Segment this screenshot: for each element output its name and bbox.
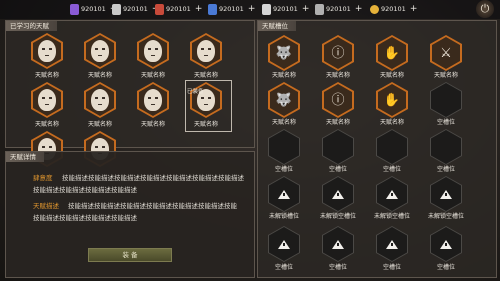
- resource-bar: 920101 + 920101 + 920101 + 920101 + 9201…: [0, 0, 500, 19]
- panel-title: 天赋详情: [6, 152, 44, 162]
- talent-label: 天赋名称: [34, 72, 59, 79]
- add-red-potion-button[interactable]: +: [195, 4, 203, 14]
- resource-scroll: 920101 +: [112, 3, 159, 15]
- add-gold-button[interactable]: +: [410, 4, 418, 14]
- talent-label: 天赋名称: [87, 72, 112, 79]
- resource-red-potion: 920101 +: [155, 3, 202, 15]
- desc-line-2: 技能描述技能描述技能描述技能描述: [33, 214, 137, 222]
- slot-label: 天赋名称: [379, 119, 404, 126]
- equip-button[interactable]: 装 备: [88, 248, 172, 262]
- slot-label: 未解锁空槽位: [319, 213, 356, 220]
- slot-label: 未解锁空槽位: [373, 213, 410, 220]
- slot-label: 天赋名称: [271, 72, 296, 79]
- desc-line-1: 技能描述技能描述技能描述技能描述技能描述技能描述技能: [68, 202, 237, 210]
- slot-label: 天赋名称: [325, 72, 350, 79]
- add-card-button[interactable]: +: [302, 4, 310, 14]
- talent-label: 天赋名称: [87, 121, 112, 128]
- talent-label: 天赋名称: [193, 72, 218, 79]
- add-book-button[interactable]: +: [355, 4, 363, 14]
- mask-icon: [91, 40, 109, 62]
- red-potion-icon: [155, 3, 164, 15]
- mask-icon: [144, 40, 162, 62]
- talent-label: 天赋名称: [193, 121, 218, 128]
- dog-icon: 🐺: [275, 45, 293, 61]
- mask-icon: [38, 89, 56, 111]
- info-icon: ⓘ: [331, 92, 345, 108]
- gold-coin-icon: [370, 4, 379, 14]
- slot-label: 空槽位: [436, 264, 455, 271]
- panel-title: 已学习的天赋: [6, 21, 57, 31]
- talent-label: 天赋名称: [140, 72, 165, 79]
- slot-label: 空槽位: [382, 264, 401, 271]
- info-icon: ⓘ: [331, 45, 345, 61]
- desc-key: 天赋描述: [33, 202, 59, 210]
- slot-label: 空槽位: [328, 166, 347, 173]
- slot-label: 未解锁空槽位: [427, 213, 464, 220]
- slot-label: 天赋名称: [379, 72, 404, 79]
- slot-label: 空槽位: [274, 264, 293, 271]
- lock-warning-icon: [440, 239, 452, 249]
- scroll-icon: [112, 3, 121, 15]
- slot-label: 天赋名称: [325, 119, 350, 126]
- slot-label: 空槽位: [436, 166, 455, 173]
- talent-label: 天赋名称: [34, 121, 59, 128]
- add-blue-potion-button[interactable]: +: [248, 4, 256, 14]
- slot-label: 空槽位: [436, 119, 455, 126]
- swords-icon: ⚔: [440, 45, 452, 61]
- mask-icon: [38, 40, 56, 62]
- effect-key: 肆意度: [33, 174, 53, 182]
- slot-label: 空槽位: [382, 166, 401, 173]
- panel-title: 天赋槽位: [258, 21, 296, 31]
- mask-icon: [144, 89, 162, 111]
- dog-icon: 🐺: [275, 92, 293, 108]
- resource-gem: 920101 +: [70, 3, 117, 15]
- slot-label: 天赋名称: [433, 72, 458, 79]
- mask-icon: [197, 40, 215, 62]
- power-icon[interactable]: ⏻: [476, 0, 494, 18]
- lock-warning-icon: [332, 239, 344, 249]
- lock-warning-icon: [332, 189, 344, 199]
- effect-line-1: 技能描述技能描述技能描述技能描述技能描述技能描述技能描述: [62, 174, 244, 182]
- slot-label: 空槽位: [274, 166, 293, 173]
- equipped-tag: 已装备: [187, 89, 204, 95]
- hand-icon: ✋: [383, 45, 401, 61]
- lock-warning-icon: [278, 239, 290, 249]
- card-icon: [262, 3, 271, 15]
- book-icon: [315, 3, 324, 15]
- effect-line-2: 技能描述技能描述技能描述技能描述: [33, 186, 137, 194]
- resource-card: 920101 +: [262, 3, 309, 15]
- hand-icon: ✋: [383, 92, 401, 108]
- resource-gold: 920101 +: [370, 3, 417, 15]
- lock-warning-icon: [386, 189, 398, 199]
- lock-warning-icon: [386, 239, 398, 249]
- resource-book: 920101 +: [315, 3, 362, 15]
- purple-gem-icon: [70, 3, 79, 15]
- mask-icon: [91, 89, 109, 111]
- slot-label: 空槽位: [328, 264, 347, 271]
- talent-label: 天赋名称: [140, 121, 165, 128]
- slot-label: 天赋名称: [271, 119, 296, 126]
- blue-potion-icon: [208, 3, 217, 15]
- lock-warning-icon: [278, 189, 290, 199]
- resource-blue-potion: 920101 +: [208, 3, 255, 15]
- lock-warning-icon: [440, 189, 452, 199]
- slot-label: 未解锁槽位: [268, 213, 299, 220]
